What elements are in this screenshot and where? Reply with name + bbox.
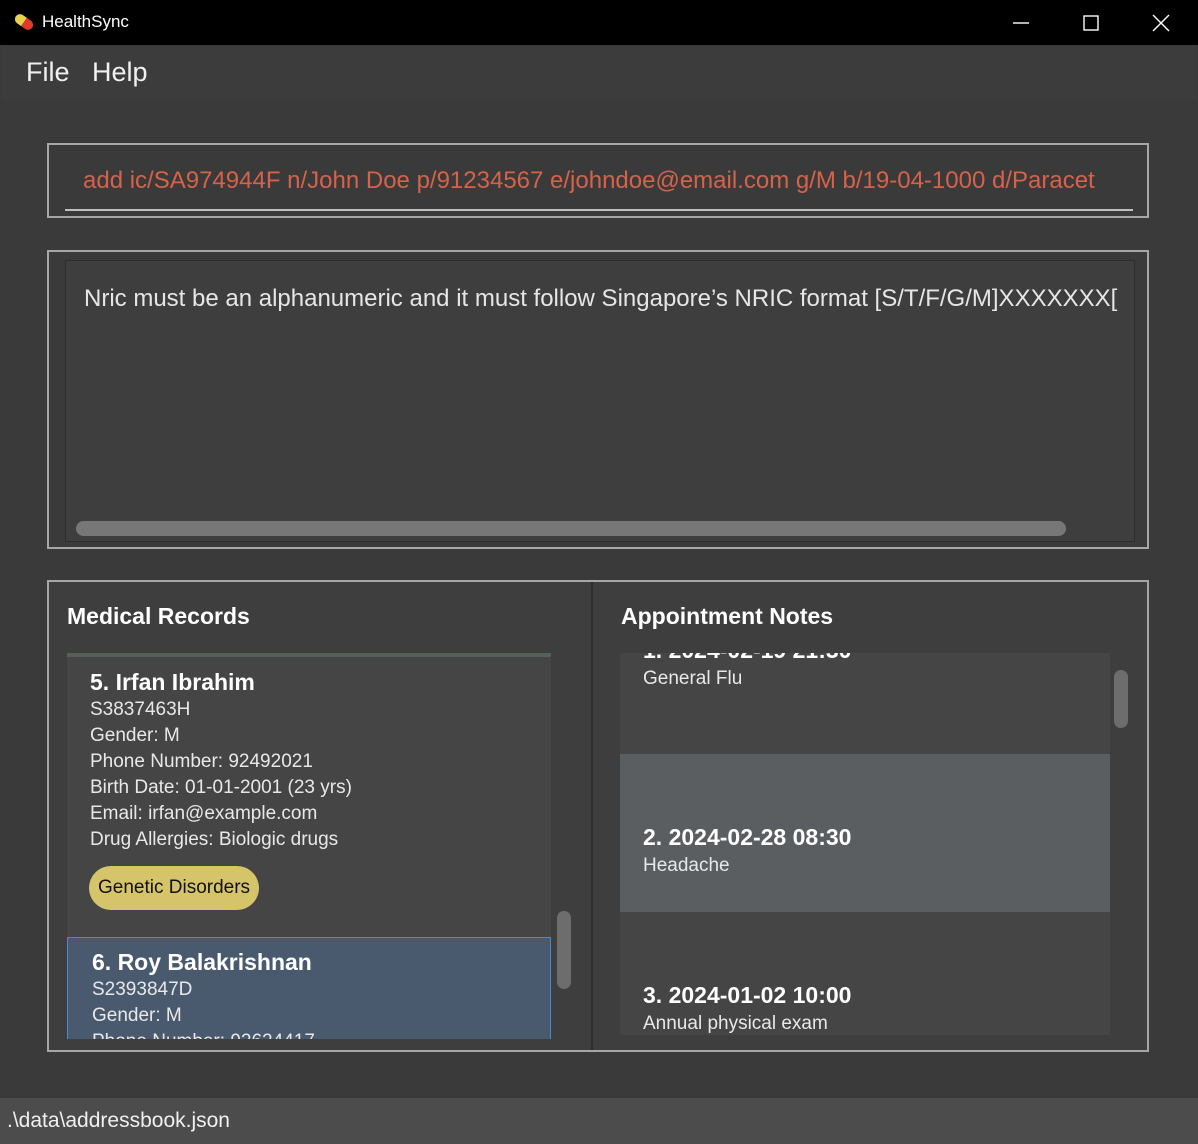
patient-name: 6. Roy Balakrishnan [92,949,312,975]
result-message: Nric must be an alphanumeric and it must… [84,285,1118,312]
medical-records-panel: Medical Records 5. Irfan Ibrahim S383746… [49,582,591,1050]
appointment-item[interactable]: 1. 2024-02-19 21:30 General Flu [620,653,1110,725]
patient-nric: S2393847D [92,979,193,1000]
command-input[interactable]: add ic/SA974944F n/John Doe p/91234567 e… [83,167,1133,195]
appointment-date: 2. 2024-02-28 08:30 [643,824,852,850]
appointment-description: Annual physical exam [643,1013,828,1034]
appointment-notes-title: Appointment Notes [621,603,834,629]
status-bar: .\data\addressbook.json [0,1098,1198,1144]
medical-records-title: Medical Records [67,603,250,629]
patient-card[interactable]: 5. Irfan Ibrahim S3837463H Gender: M Pho… [67,657,551,937]
patient-gender: Gender: M [92,1005,182,1026]
appointment-notes-panel: Appointment Notes 1. 2024-02-19 21:30 Ge… [593,582,1147,1050]
records-scrollbar[interactable] [557,911,571,989]
appointment-item[interactable]: 3. 2024-01-02 10:00 Annual physical exam [620,912,1110,1035]
minimize-button[interactable] [986,0,1056,45]
minimize-icon [1013,22,1029,24]
menu-bar: File Help [2,45,1196,100]
lists-container: Medical Records 5. Irfan Ibrahim S383746… [47,580,1149,1052]
maximize-button[interactable] [1056,0,1126,45]
command-underline [65,209,1133,211]
menu-file[interactable]: File [26,57,70,88]
pill-icon [14,14,34,30]
result-text-area[interactable]: Nric must be an alphanumeric and it must… [65,260,1135,542]
close-icon [1152,14,1170,32]
patient-birth-date: Birth Date: 01-01-2001 (23 yrs) [90,777,352,798]
window-title: HealthSync [42,12,129,31]
appointments-scrollbar[interactable] [1114,670,1128,728]
appointment-description: Headache [643,855,730,876]
title-bar: HealthSync [0,0,1198,45]
command-box[interactable]: add ic/SA974944F n/John Doe p/91234567 e… [47,143,1149,218]
patient-phone: Phone Number: 92492021 [90,751,313,772]
patient-name: 5. Irfan Ibrahim [90,669,255,695]
patient-gender: Gender: M [90,725,180,746]
condition-tag: Genetic Disorders [89,866,260,910]
appointment-list[interactable]: 1. 2024-02-19 21:30 General Flu 2. 2024-… [620,653,1110,1035]
result-display: Nric must be an alphanumeric and it must… [47,250,1149,549]
horizontal-scrollbar[interactable] [76,521,1066,536]
close-button[interactable] [1126,0,1196,45]
data-file-path: .\data\addressbook.json [7,1109,230,1132]
patient-drug-allergies: Drug Allergies: Biologic drugs [90,829,339,850]
menu-help[interactable]: Help [92,57,148,88]
patient-nric: S3837463H [90,699,191,720]
appointment-item-selected[interactable]: 2. 2024-02-28 08:30 Headache [620,754,1110,912]
appointment-date: 3. 2024-01-02 10:00 [643,982,852,1008]
appointment-date: 1. 2024-02-19 21:30 [643,653,851,664]
maximize-icon [1083,15,1099,31]
patient-card-selected[interactable]: 6. Roy Balakrishnan S2393847D Gender: M … [67,937,551,1039]
medical-records-list[interactable]: 5. Irfan Ibrahim S3837463H Gender: M Pho… [67,653,551,1039]
patient-email: Email: irfan@example.com [90,803,318,824]
patient-phone: Phone Number: 92624417 [92,1031,315,1039]
appointment-description: General Flu [643,668,743,689]
